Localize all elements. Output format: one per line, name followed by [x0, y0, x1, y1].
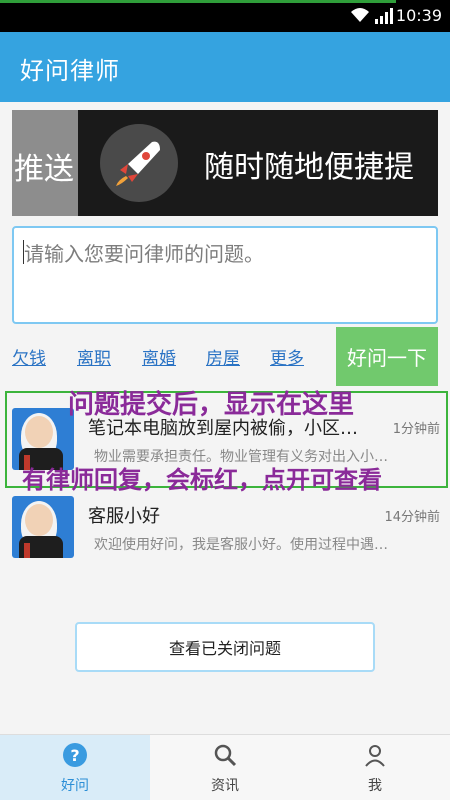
annotation-top: 问题提交后，显示在这里	[68, 390, 355, 420]
conversation-preview: 欢迎使用好问，我是客服小好。使用过程中遇…	[94, 537, 388, 553]
person-icon	[365, 745, 385, 767]
tab-me[interactable]: 我	[300, 735, 450, 800]
question-icon: ?	[63, 743, 87, 767]
tab-label: 我	[368, 778, 382, 794]
tab-haowen[interactable]: ? 好问	[0, 735, 150, 800]
category-link-divorce[interactable]: 离婚	[142, 344, 176, 369]
signal-icon	[375, 8, 393, 24]
category-link-more[interactable]: 更多	[270, 344, 304, 369]
banner-side-slide: 推送	[12, 110, 78, 216]
question-input[interactable]: 请输入您要问律师的问题。	[12, 226, 438, 324]
list-item[interactable]: 客服小好 14分钟前 欢迎使用好问，我是客服小好。使用过程中遇…	[0, 484, 450, 572]
question-placeholder: 请输入您要问律师的问题。	[24, 242, 264, 266]
tab-label: 好问	[61, 778, 89, 794]
view-closed-questions-button[interactable]: 查看已关闭问题	[75, 622, 375, 672]
app-header: 好问律师	[0, 32, 450, 102]
tab-label: 资讯	[211, 778, 239, 794]
promo-banner[interactable]: 推送 随时随地便捷提	[12, 110, 438, 216]
wifi-icon	[351, 8, 369, 22]
service-avatar	[12, 496, 74, 558]
search-icon	[214, 744, 237, 767]
status-bar: 10:39	[0, 0, 450, 32]
status-accent-line	[0, 0, 450, 3]
annotation-bottom: 有律师回复，会标红，点开可查看	[22, 466, 382, 494]
category-link-housing[interactable]: 房屋	[206, 344, 240, 369]
app-title: 好问律师	[20, 57, 120, 85]
bottom-tab-bar: ? 好问 资讯 我	[0, 734, 450, 800]
conversation-time: 14分钟前	[384, 510, 440, 525]
banner-text: 随时随地便捷提	[204, 150, 414, 185]
category-link-resign[interactable]: 离职	[77, 344, 111, 369]
conversation-title: 客服小好	[88, 506, 160, 527]
banner-side-text: 推送	[14, 152, 74, 187]
rocket-icon	[100, 124, 178, 202]
category-link-debt[interactable]: 欠钱	[12, 344, 46, 369]
status-time: 10:39	[395, 6, 442, 25]
ask-button[interactable]: 好问一下	[336, 327, 438, 386]
tab-news[interactable]: 资讯	[150, 735, 300, 800]
